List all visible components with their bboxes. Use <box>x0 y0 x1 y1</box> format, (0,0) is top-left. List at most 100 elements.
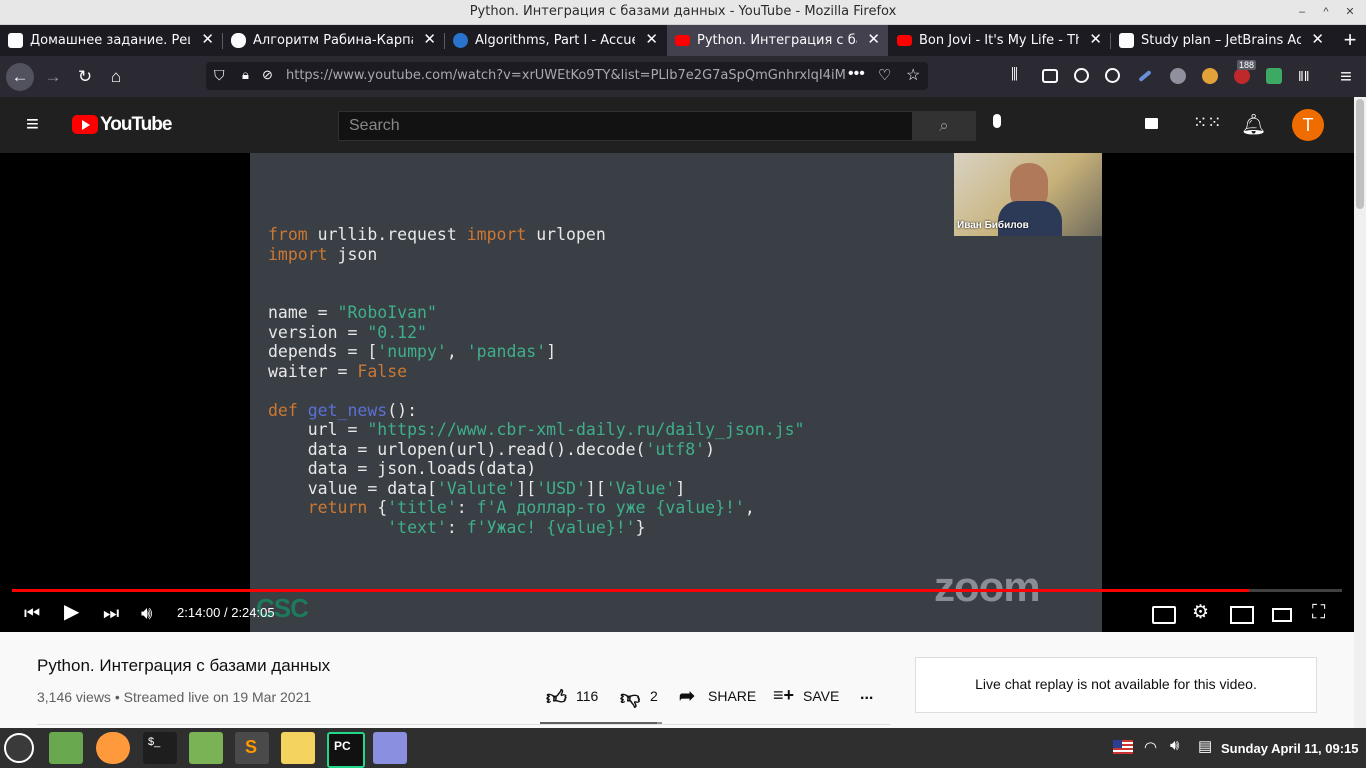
close-tab-icon[interactable]: ✕ <box>645 30 658 48</box>
code-line: from urllib.request import urlopen <box>268 225 804 245</box>
menu-hamburger-icon[interactable]: ≡ <box>1332 63 1360 91</box>
green-extension-icon[interactable] <box>1266 68 1282 84</box>
url-text[interactable]: https://www.youtube.com/watch?v=xrUWEtKo… <box>286 68 846 83</box>
vpn-globe-icon[interactable] <box>1105 68 1120 83</box>
tab-python-integration[interactable]: Python. Интеграция с баз ✕ <box>667 25 888 56</box>
previous-icon[interactable]: ⏮ <box>24 600 40 626</box>
apps-grid-icon[interactable]: ⁙⁙ <box>1193 113 1222 133</box>
like-count[interactable]: 116 <box>576 688 598 704</box>
close-tab-icon[interactable]: ✕ <box>1089 30 1102 48</box>
close-tab-icon[interactable]: ✕ <box>201 30 214 48</box>
maximize-button[interactable]: ^ <box>1318 4 1334 20</box>
url-bar[interactable]: ⛉ 🔒︎ ⊘ https://www.youtube.com/watch?v=x… <box>206 62 928 90</box>
code-token: f'А доллар-то уже {value}!' <box>476 498 745 517</box>
presenter-camera: Иван Бибилов <box>954 153 1102 236</box>
firefox-icon[interactable] <box>96 732 130 764</box>
youtube-logo-icon[interactable] <box>72 115 98 134</box>
play-icon[interactable]: ▶ <box>64 599 79 625</box>
video-player[interactable]: from urllib.request import urlopen import… <box>0 153 1354 632</box>
close-tab-icon[interactable]: ✕ <box>423 30 436 48</box>
bookmark-star-icon[interactable]: ☆ <box>906 65 920 85</box>
code-token: get_news <box>307 400 388 420</box>
microphone-icon[interactable] <box>993 114 1001 128</box>
dislike-count[interactable]: 2 <box>650 688 658 704</box>
youtube-icon <box>897 35 912 46</box>
save-button[interactable]: SAVE <box>803 688 839 704</box>
volume-tray-icon[interactable]: 🔊︎ <box>1170 737 1179 754</box>
columns-extension-icon[interactable]: ‖‖ <box>1298 68 1314 84</box>
code-line: data = urlopen(url).read().decode('utf8'… <box>268 440 804 460</box>
generic-site-icon <box>8 33 23 48</box>
new-tab-button[interactable]: + <box>1336 26 1364 54</box>
volume-icon[interactable]: 🔊︎ <box>141 600 152 626</box>
forward-button[interactable]: → <box>39 63 67 91</box>
owl-extension-icon[interactable] <box>1202 68 1218 84</box>
pen-extension-icon[interactable] <box>1138 69 1152 83</box>
home-button[interactable]: ⌂ <box>102 63 130 91</box>
search-button[interactable]: ⌕ <box>912 111 976 141</box>
minimize-button[interactable]: – <box>1294 4 1310 20</box>
chat-message: Live chat replay is not available for th… <box>975 676 1257 692</box>
pycharm-icon[interactable]: PC <box>327 732 365 768</box>
code-token: "0.12" <box>367 322 427 342</box>
share-button[interactable]: SHARE <box>708 688 756 704</box>
search-input[interactable]: Search <box>338 111 914 141</box>
progress-bar[interactable] <box>12 589 1342 592</box>
theater-mode-icon[interactable] <box>1272 608 1292 622</box>
fullscreen-icon[interactable]: ⛶ <box>1312 600 1325 626</box>
tab-label: Algorithms, Part I - Accueil <box>475 33 635 48</box>
video-title: Python. Интеграция с базами данных <box>37 656 331 675</box>
close-tab-icon[interactable]: ✕ <box>1311 30 1324 48</box>
clipboard-icon[interactable]: ▤ <box>1198 737 1212 755</box>
code-token: 'Value' <box>605 478 676 498</box>
tab-bon-jovi[interactable]: Bon Jovi - It's My Life - The ✕ <box>889 25 1110 56</box>
terminal-icon[interactable]: $_ <box>143 732 177 764</box>
more-actions-icon[interactable]: ... <box>860 686 873 704</box>
notes-icon[interactable] <box>281 732 315 764</box>
share-icon[interactable]: ➦ <box>679 685 695 708</box>
library-icon[interactable]: ⫼ <box>1011 66 1027 83</box>
guide-menu-icon[interactable]: ≡ <box>26 113 39 135</box>
sublime-icon[interactable]: S <box>235 732 269 764</box>
next-icon[interactable]: ⏭ <box>103 600 119 626</box>
code-token: return <box>307 498 368 517</box>
ublock-icon[interactable] <box>1234 68 1250 84</box>
page-scrollbar[interactable] <box>1354 97 1366 728</box>
pocket-icon[interactable]: ♡ <box>878 66 891 84</box>
youtube-logo-text[interactable]: YouTube <box>100 114 172 136</box>
us-flag-icon[interactable] <box>1113 740 1133 754</box>
create-video-icon[interactable] <box>1145 118 1158 129</box>
power-extension-icon[interactable] <box>1170 68 1186 84</box>
show-desktop-icon[interactable] <box>49 732 83 764</box>
tab-jetbrains[interactable]: Study plan – JetBrains Aca ✕ <box>1111 25 1332 56</box>
save-playlist-icon[interactable]: ≡+ <box>773 685 794 706</box>
tab-algorithms[interactable]: Algorithms, Part I - Accueil ✕ <box>445 25 666 56</box>
account-icon[interactable] <box>1074 68 1089 83</box>
clock[interactable]: Sunday April 11, 09:15 <box>1221 741 1359 756</box>
like-icon[interactable]: 👍︎ <box>546 686 567 710</box>
tab-rabin-karp[interactable]: Алгоритм Рабина-Карпа с ✕ <box>223 25 444 56</box>
close-window-button[interactable]: ✕ <box>1342 4 1358 20</box>
close-tab-icon[interactable]: ✕ <box>867 30 880 48</box>
lock-icon[interactable]: 🔒︎ <box>242 67 249 83</box>
tab-homework[interactable]: Домашнее задание. Реше ✕ <box>0 25 222 56</box>
subtitles-icon[interactable] <box>1152 606 1176 624</box>
code-token: f'Ужас! {value}!' <box>466 517 636 537</box>
text-editor-icon[interactable] <box>373 732 407 764</box>
scrollbar-thumb[interactable] <box>1356 99 1364 209</box>
camera-permission-icon[interactable]: ⊘ <box>262 67 273 83</box>
notifications-bell-icon[interactable]: 🔔︎ <box>1241 112 1266 137</box>
files-icon[interactable] <box>189 732 223 764</box>
back-button[interactable]: ← <box>6 63 34 91</box>
code-line: version = "0.12" <box>268 323 804 343</box>
mint-menu-icon[interactable] <box>4 733 34 763</box>
reload-button[interactable]: ↻ <box>71 63 99 91</box>
sidebar-icon[interactable] <box>1042 69 1058 83</box>
wifi-icon[interactable]: ◠ <box>1144 738 1157 756</box>
settings-gear-icon[interactable]: ⚙ <box>1192 600 1209 626</box>
shield-icon[interactable]: ⛉ <box>214 67 225 84</box>
miniplayer-icon[interactable] <box>1230 606 1254 624</box>
page-actions-icon[interactable]: ••• <box>848 65 865 83</box>
dislike-icon[interactable]: 👎︎ <box>620 686 640 710</box>
avatar[interactable]: T <box>1292 109 1324 141</box>
